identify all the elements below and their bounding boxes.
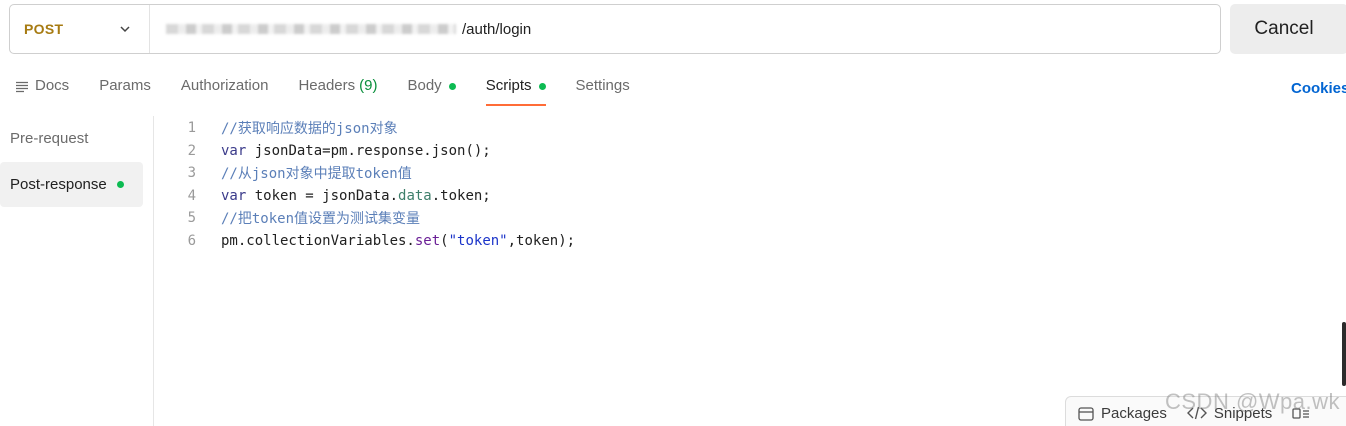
code-line: 3 //从json对象中提取token值 <box>165 162 412 184</box>
chevron-down-icon <box>120 26 130 33</box>
tab-scripts-label: Scripts <box>485 77 532 94</box>
url-bar: POST /auth/login <box>9 4 1221 54</box>
line-number: 4 <box>187 188 196 204</box>
line-number: 3 <box>187 165 196 181</box>
code-line: 2 var jsonData=pm.response.json(); <box>165 140 491 162</box>
code-text: pm.collectionVariables. <box>221 233 415 249</box>
code-text: token = jsonData. <box>246 188 399 204</box>
docs-icon <box>16 81 28 93</box>
code-text: jsonData=pm.response.json(); <box>246 143 491 159</box>
tab-authorization-label: Authorization <box>180 77 269 94</box>
line-number: 6 <box>187 233 196 249</box>
watermark: CSDN @Wpa.wk <box>1165 389 1341 414</box>
script-sidebar: Pre-request Post-response <box>0 116 154 426</box>
line-number: 1 <box>187 120 196 136</box>
method-select[interactable]: POST <box>10 5 150 53</box>
tab-headers[interactable]: Headers (9) <box>298 72 377 106</box>
package-icon <box>1078 406 1094 421</box>
line-number: 2 <box>187 143 196 159</box>
sidebar-item-post-response[interactable]: Post-response <box>0 162 143 207</box>
tab-settings[interactable]: Settings <box>576 72 630 106</box>
tab-body[interactable]: Body <box>407 72 456 106</box>
tab-docs-label: Docs <box>35 77 70 94</box>
code-comment: //从json对象中提取token值 <box>221 166 412 182</box>
request-tabs: Docs Params Authorization Headers (9) Bo… <box>15 72 660 108</box>
code-property: data <box>398 188 432 204</box>
tab-docs[interactable]: Docs <box>15 72 69 106</box>
headers-count: (9) <box>359 77 378 94</box>
post-response-status-dot <box>116 181 124 188</box>
tab-settings-label: Settings <box>575 77 630 94</box>
code-comment: //获取响应数据的json对象 <box>221 121 398 137</box>
tab-scripts[interactable]: Scripts <box>485 72 546 106</box>
scrollbar[interactable] <box>1342 322 1346 386</box>
code-string: "token" <box>448 233 508 249</box>
code-line: 6 pm.collectionVariables. set("token" ,tok… <box>165 230 576 252</box>
body-status-dot <box>448 83 456 90</box>
cancel-button[interactable]: Cancel <box>1230 4 1346 54</box>
tab-params-label: Params <box>99 77 151 94</box>
method-label: POST <box>24 21 64 37</box>
code-line: 4 var token = jsonData. data .token; <box>165 185 491 207</box>
tab-headers-label: Headers <box>298 77 356 94</box>
code-text: ( <box>440 233 449 249</box>
code-line: 1 //获取响应数据的json对象 <box>165 117 398 139</box>
sidebar-item-label: Post-response <box>10 176 107 193</box>
code-keyword: var <box>221 143 247 159</box>
cookies-link[interactable]: Cookies <box>1291 80 1346 97</box>
code-keyword: var <box>221 188 247 204</box>
packages-button[interactable]: Packages <box>1078 405 1167 422</box>
code-comment: //把token值设置为测试集变量 <box>221 211 421 227</box>
url-path: /auth/login <box>462 20 532 38</box>
packages-label: Packages <box>1101 404 1167 422</box>
sidebar-item-label: Pre-request <box>10 130 89 147</box>
code-text: ,token); <box>507 233 576 249</box>
tab-params[interactable]: Params <box>99 72 151 106</box>
url-input[interactable]: /auth/login <box>150 21 531 38</box>
redacted-host <box>166 24 456 34</box>
tab-authorization[interactable]: Authorization <box>181 72 269 106</box>
code-line: 5 //把token值设置为测试集变量 <box>165 207 420 229</box>
code-function: set <box>414 233 441 249</box>
sidebar-item-pre-request[interactable]: Pre-request <box>0 116 143 161</box>
scripts-status-dot <box>538 83 546 90</box>
code-text: .token; <box>431 188 491 204</box>
tab-body-label: Body <box>407 77 442 94</box>
line-number: 5 <box>187 210 196 226</box>
